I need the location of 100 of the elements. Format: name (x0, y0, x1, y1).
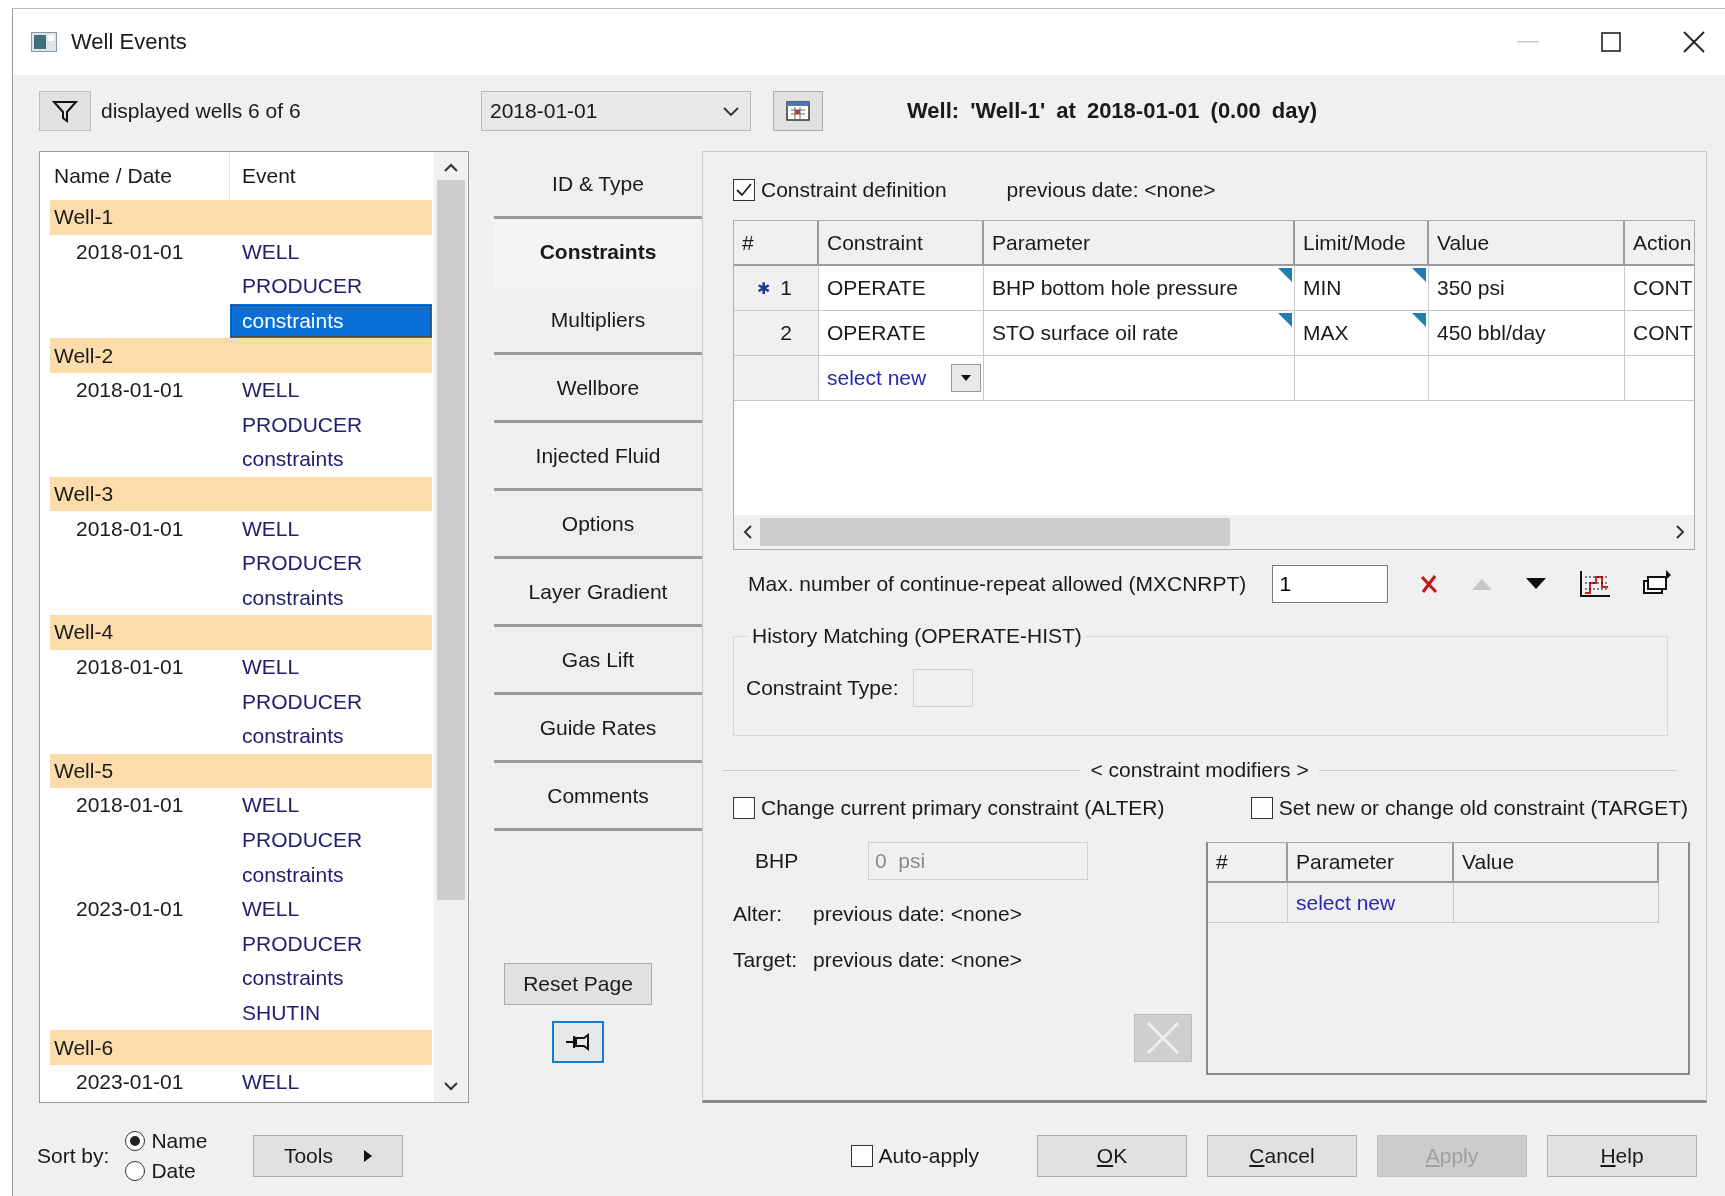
max-repeat-field[interactable]: 1 (1272, 565, 1389, 603)
table-cell[interactable]: MAX (1295, 311, 1429, 356)
column-header[interactable]: Event (230, 152, 296, 200)
alter-checkbox[interactable]: Change current primary constraint (ALTER) (733, 796, 1165, 820)
event-item[interactable]: PRODUCER (230, 269, 432, 304)
table-cell[interactable]: BHP bottom hole pressure (984, 266, 1295, 311)
event-item[interactable]: SHUTIN (230, 995, 432, 1031)
well-row[interactable]: Well-1 (50, 200, 432, 235)
sort-radio[interactable]: Name (125, 1129, 208, 1153)
column-header[interactable]: # (1208, 843, 1288, 883)
scroll-up-icon[interactable] (443, 162, 459, 174)
column-header[interactable]: Value (1454, 843, 1659, 883)
event-item[interactable]: PRODUCER (230, 684, 432, 719)
row-header-cell[interactable]: 2 (734, 311, 819, 356)
alter-previous-date: previous date: <none> (813, 902, 1022, 926)
row-header-cell[interactable] (734, 356, 819, 401)
calendar-icon (785, 99, 811, 123)
event-item[interactable]: PRODUCER (230, 822, 432, 858)
column-header[interactable]: # (734, 221, 819, 266)
pin-button[interactable] (552, 1021, 604, 1063)
tools-button[interactable]: Tools (253, 1135, 404, 1177)
event-item[interactable]: WELL (230, 372, 432, 408)
column-header[interactable]: Value (1429, 221, 1625, 266)
constraint-type-field[interactable] (912, 669, 973, 707)
column-header[interactable]: Parameter (984, 221, 1295, 266)
move-down-icon[interactable] (1524, 577, 1549, 591)
event-item[interactable]: constraints (230, 442, 432, 477)
dialog-button[interactable]: OK (1037, 1135, 1187, 1177)
event-date[interactable]: 2018-01-01 (76, 239, 184, 263)
well-row[interactable]: Well-5 (50, 753, 432, 789)
chevron-down-icon (722, 105, 740, 117)
dropdown-button[interactable] (951, 364, 981, 392)
filter-icon (52, 99, 78, 123)
event-item[interactable]: PRODUCER (230, 545, 432, 581)
event-date[interactable]: 2023-01-01 (76, 897, 184, 921)
row-number: 2 (780, 321, 792, 345)
event-item[interactable]: WELL (230, 649, 432, 685)
event-item[interactable]: WELL (230, 788, 432, 823)
event-item[interactable]: constraints (230, 580, 432, 616)
auto-apply-checkbox[interactable]: Auto-apply (850, 1144, 979, 1168)
table-cell: 350 psi (1429, 266, 1625, 311)
constraint-definition-checkbox[interactable]: Constraint definition (733, 178, 947, 202)
sort-by-label: Sort by: (37, 1144, 110, 1168)
event-item[interactable]: WELL (230, 234, 432, 270)
chart-icon[interactable] (1578, 569, 1613, 599)
scroll-left-icon[interactable] (742, 524, 754, 540)
event-date[interactable]: 2018-01-01 (76, 378, 184, 402)
select-new-link[interactable]: select new (1296, 890, 1396, 915)
caret-icon (960, 374, 972, 382)
row-number: 1 (780, 276, 792, 300)
column-header[interactable]: Parameter (1288, 843, 1454, 883)
table-cell[interactable]: MIN (1295, 266, 1429, 311)
column-header[interactable]: Constraint (819, 221, 984, 266)
dialog-button[interactable]: Help (1547, 1135, 1697, 1177)
filter-button[interactable] (39, 91, 91, 131)
calendar-button[interactable] (773, 91, 823, 131)
horizontal-scrollbar[interactable] (734, 515, 1694, 549)
event-item[interactable]: PRODUCER (230, 926, 432, 962)
scroll-down-icon[interactable] (443, 1080, 459, 1092)
tab[interactable]: Constraints (494, 219, 702, 287)
well-row[interactable]: Well-6 (50, 1030, 432, 1065)
alter-label: Alter: (733, 902, 783, 926)
event-item[interactable]: constraints (230, 718, 432, 754)
select-new-link[interactable]: select new (827, 366, 927, 390)
corner-marker-icon (1412, 313, 1426, 327)
event-item[interactable]: WELL (230, 511, 432, 546)
column-header[interactable]: Limit/Mode (1295, 221, 1429, 266)
maximize-icon[interactable] (1601, 32, 1621, 52)
well-row[interactable]: Well-3 (50, 476, 432, 512)
row-header-cell[interactable]: ✱ 1 (734, 266, 819, 311)
row-header-cell[interactable] (1208, 883, 1288, 923)
column-header[interactable]: Action (1625, 221, 1694, 266)
table-cell[interactable]: STO surface oil rate (984, 311, 1295, 356)
event-date[interactable]: 2023-01-01 (76, 1070, 184, 1094)
corner-marker-icon (1278, 268, 1292, 282)
event-date[interactable]: 2018-01-01 (76, 516, 184, 540)
table-cell: OPERATE (819, 311, 984, 356)
date-dropdown[interactable]: 2018-01-01 (481, 91, 751, 131)
bhp-label: BHP (754, 849, 800, 873)
vertical-scrollbar[interactable] (434, 152, 468, 1102)
event-item[interactable]: PRODUCER (230, 407, 432, 443)
event-item[interactable]: WELL (230, 1064, 432, 1100)
scroll-right-icon[interactable] (1674, 524, 1686, 540)
event-item[interactable]: constraints (230, 857, 432, 892)
event-item[interactable]: WELL (230, 891, 432, 927)
reset-page-button[interactable]: Reset Page (504, 963, 652, 1005)
event-item[interactable]: constraints (230, 303, 432, 339)
corner-marker-icon (1412, 268, 1426, 282)
event-date[interactable]: 2018-01-01 (76, 793, 184, 817)
event-date[interactable]: 2018-01-01 (76, 655, 184, 678)
well-row[interactable]: Well-4 (50, 615, 432, 650)
dialog-button[interactable]: Cancel (1207, 1135, 1357, 1177)
event-item[interactable]: constraints (230, 961, 432, 996)
sort-radio[interactable]: Date (125, 1159, 208, 1183)
close-icon[interactable] (1683, 31, 1705, 53)
well-date-heading: Well: 'Well-1' at 2018-01-01 (0.00 day) (907, 98, 1318, 124)
target-checkbox[interactable]: Set new or change old constraint (TARGET) (1250, 796, 1688, 820)
displayed-wells-count: displayed wells 6 of 6 (101, 99, 302, 123)
well-row[interactable]: Well-2 (50, 338, 432, 373)
previous-date-text: previous date: <none> (1006, 178, 1216, 202)
